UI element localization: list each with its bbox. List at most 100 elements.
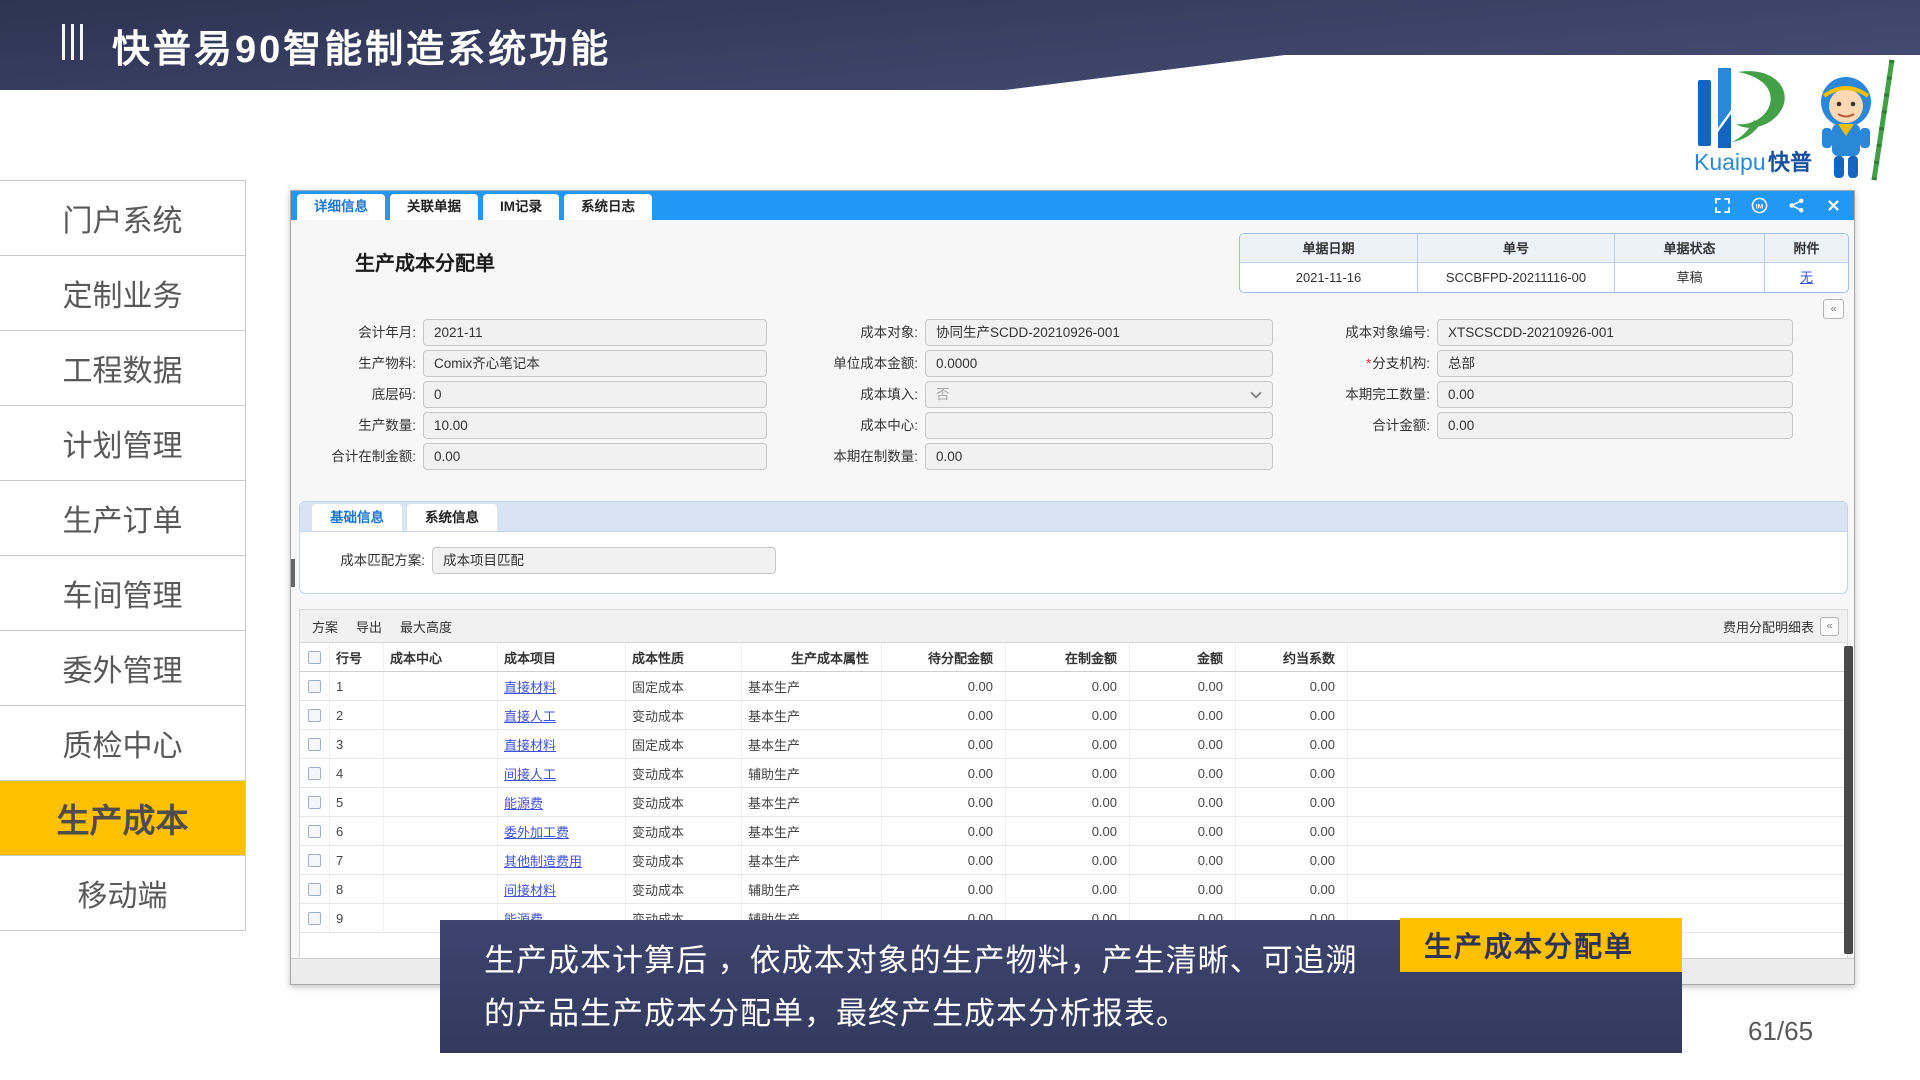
cell-row-number: 4 xyxy=(330,759,384,787)
toolbar-方案[interactable]: 方案 xyxy=(312,617,338,636)
tab-IM记录[interactable]: IM记录 xyxy=(483,194,559,220)
cell-cost-item-link[interactable]: 直接材料 xyxy=(498,672,626,700)
row-checkbox[interactable] xyxy=(308,883,321,896)
cell-cost-center xyxy=(384,875,498,903)
cell-production-attr: 基本生产 xyxy=(742,672,882,700)
cell-cost-item-link[interactable]: 直接材料 xyxy=(498,730,626,758)
row-checkbox-cell xyxy=(300,788,330,816)
sidebar-item-委外管理[interactable]: 委外管理 xyxy=(0,631,246,706)
table-row: 3直接材料固定成本基本生产0.000.000.000.00 xyxy=(300,730,1847,759)
row-checkbox[interactable] xyxy=(308,912,321,925)
field-input[interactable]: Comix齐心笔记本 xyxy=(423,350,767,377)
table-row: 6委外加工费变动成本基本生产0.000.000.000.00 xyxy=(300,817,1847,846)
field-input[interactable]: 协同生产SCDD-20210926-001 xyxy=(925,319,1273,346)
svg-text:IM: IM xyxy=(1756,203,1764,210)
cell-cost-item-link[interactable]: 委外加工费 xyxy=(498,817,626,845)
window-controls: IM xyxy=(1714,191,1842,220)
grid-body: 1直接材料固定成本基本生产0.000.000.000.002直接人工变动成本基本… xyxy=(300,672,1847,933)
sidebar-item-质检中心[interactable]: 质检中心 xyxy=(0,706,246,781)
row-checkbox[interactable] xyxy=(308,709,321,722)
toolbar-导出[interactable]: 导出 xyxy=(356,617,382,636)
subtab-基础信息[interactable]: 基础信息 xyxy=(312,504,402,531)
sidebar-item-定制业务[interactable]: 定制业务 xyxy=(0,256,246,331)
header-value-2: 草稿 xyxy=(1615,263,1765,292)
field-input[interactable]: XTSCSCDD-20210926-001 xyxy=(1437,319,1793,346)
grid-col-约当系数: 约当系数 xyxy=(1236,643,1348,671)
field-input[interactable]: 否 xyxy=(925,381,1273,408)
field-input[interactable]: 2021-11 xyxy=(423,319,767,346)
document-title: 生产成本分配单 xyxy=(355,247,495,276)
form-field: 生产物料:Comix齐心笔记本 xyxy=(311,350,767,377)
left-panel-handle[interactable] xyxy=(291,559,295,587)
cell-production-attr: 基本生产 xyxy=(742,701,882,729)
cell-production-attr: 基本生产 xyxy=(742,730,882,758)
toolbar-最大高度[interactable]: 最大高度 xyxy=(400,617,452,636)
tab-详细信息[interactable]: 详细信息 xyxy=(297,194,385,220)
cell-row-number: 7 xyxy=(330,846,384,874)
collapse-grid-button[interactable]: « xyxy=(1820,617,1839,636)
field-input[interactable]: 0.00 xyxy=(925,443,1273,470)
collapse-header-button[interactable]: « xyxy=(1823,299,1844,319)
field-label: 成本对象编号: xyxy=(1313,319,1437,346)
row-checkbox[interactable] xyxy=(308,825,321,838)
field-input[interactable]: 0 xyxy=(423,381,767,408)
row-checkbox[interactable] xyxy=(308,680,321,693)
field-input[interactable]: 0.0000 xyxy=(925,350,1273,377)
sidebar-item-车间管理[interactable]: 车间管理 xyxy=(0,556,246,631)
grid-header-row: 行号成本中心成本项目成本性质生产成本属性待分配金额在制金额金额约当系数 xyxy=(300,643,1847,672)
cost-match-input[interactable]: 成本项目匹配 xyxy=(432,547,776,574)
grid-col-成本中心: 成本中心 xyxy=(384,643,498,671)
sidebar-item-生产订单[interactable]: 生产订单 xyxy=(0,481,246,556)
field-input[interactable]: 0.00 xyxy=(1437,381,1793,408)
share-icon[interactable] xyxy=(1788,197,1805,214)
cell-cost-item-link[interactable]: 能源费 xyxy=(498,788,626,816)
field-input[interactable] xyxy=(925,412,1273,439)
sidebar-item-计划管理[interactable]: 计划管理 xyxy=(0,406,246,481)
cell-cost-center xyxy=(384,788,498,816)
row-checkbox-cell xyxy=(300,730,330,758)
cell-cost-item-link[interactable]: 其他制造费用 xyxy=(498,846,626,874)
vertical-scrollbar[interactable] xyxy=(1844,646,1853,954)
field-input[interactable]: 10.00 xyxy=(423,412,767,439)
row-checkbox[interactable] xyxy=(308,767,321,780)
row-checkbox[interactable] xyxy=(308,738,321,751)
table-row: 1直接材料固定成本基本生产0.000.000.000.00 xyxy=(300,672,1847,701)
cell-cost-nature: 变动成本 xyxy=(626,759,742,787)
cell-cost-item-link[interactable]: 间接材料 xyxy=(498,875,626,903)
tab-关联单据[interactable]: 关联单据 xyxy=(390,194,478,220)
sidebar-item-生产成本[interactable]: 生产成本 xyxy=(0,781,246,856)
cell-coefficient: 0.00 xyxy=(1236,672,1348,700)
form-field: 底层码:0 xyxy=(311,381,767,408)
subtab-系统信息[interactable]: 系统信息 xyxy=(407,504,497,531)
row-checkbox[interactable] xyxy=(308,796,321,809)
cell-production-attr: 基本生产 xyxy=(742,846,882,874)
table-row: 8间接材料变动成本辅助生产0.000.000.000.00 xyxy=(300,875,1847,904)
header-value-3: 无 xyxy=(1765,263,1848,292)
field-input[interactable]: 0.00 xyxy=(423,443,767,470)
row-checkbox-cell xyxy=(300,701,330,729)
cell-cost-item-link[interactable]: 间接人工 xyxy=(498,759,626,787)
im-icon[interactable]: IM xyxy=(1751,197,1768,214)
select-all-checkbox[interactable] xyxy=(308,651,321,664)
form-field: 成本对象:协同生产SCDD-20210926-001 xyxy=(803,319,1273,346)
header-col-单据日期: 单据日期 xyxy=(1240,234,1418,263)
cell-filler xyxy=(1348,788,1847,816)
close-icon[interactable] xyxy=(1825,197,1842,214)
attachment-link[interactable]: 无 xyxy=(1800,270,1813,285)
cell-filler xyxy=(1348,672,1847,700)
sidebar-item-门户系统[interactable]: 门户系统 xyxy=(0,181,246,256)
sidebar-item-移动端[interactable]: 移动端 xyxy=(0,856,246,931)
grid-col-金额: 金额 xyxy=(1130,643,1236,671)
row-checkbox[interactable] xyxy=(308,854,321,867)
field-input[interactable]: 0.00 xyxy=(1437,412,1793,439)
required-asterisk: * xyxy=(1366,356,1371,371)
fullscreen-icon[interactable] xyxy=(1714,197,1731,214)
cell-wip-amount: 0.00 xyxy=(1006,672,1130,700)
cost-match-label: 成本匹配方案: xyxy=(320,547,432,574)
grid-title-label: 费用分配明细表 xyxy=(1723,617,1814,636)
cell-cost-item-link[interactable]: 直接人工 xyxy=(498,701,626,729)
tab-系统日志[interactable]: 系统日志 xyxy=(564,194,652,220)
sidebar-item-工程数据[interactable]: 工程数据 xyxy=(0,331,246,406)
grid-header-checkbox-cell xyxy=(300,643,330,671)
field-input[interactable]: 总部 xyxy=(1437,350,1793,377)
